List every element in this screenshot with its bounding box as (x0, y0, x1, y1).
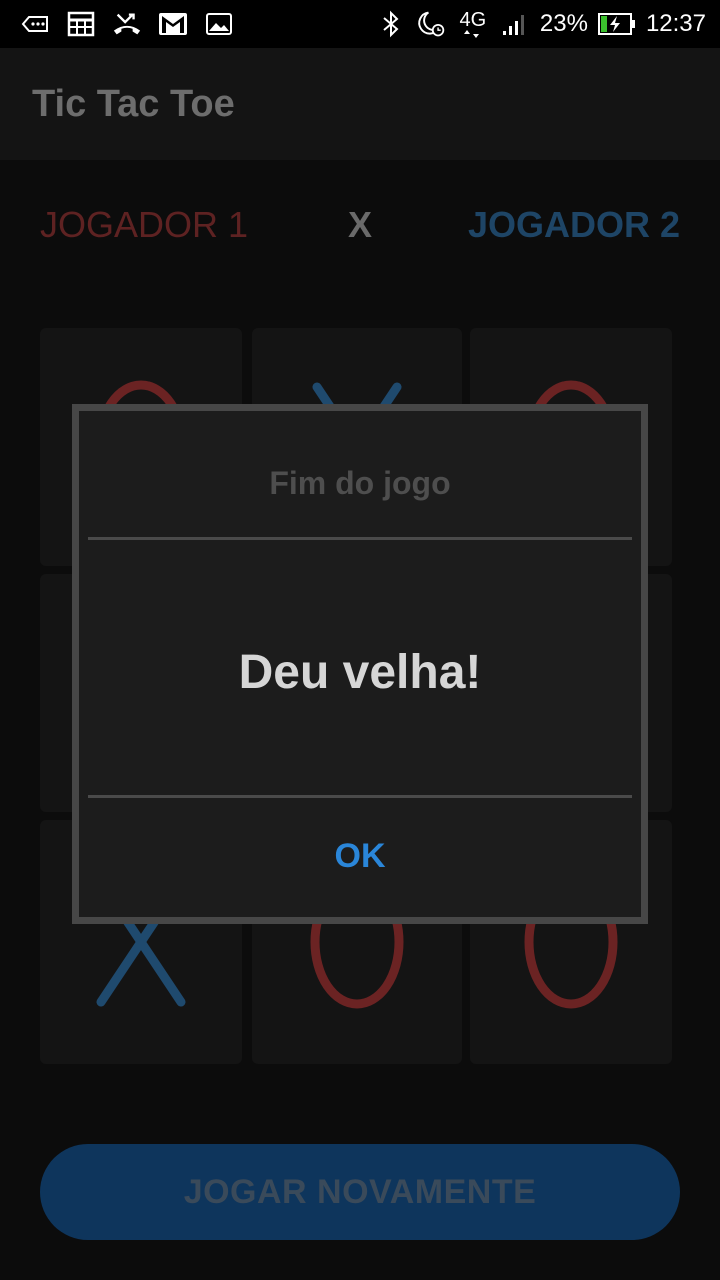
game-over-dialog: Fim do jogo Deu velha! OK (72, 404, 648, 924)
dialog-title: Fim do jogo (269, 465, 451, 501)
ok-button[interactable]: OK (267, 819, 453, 893)
screen: 4G 23% 12:37 Tic Tac Toe JOGADOR 1 X JOG… (0, 0, 720, 1280)
dialog-divider-top (88, 537, 632, 540)
dialog-message: Deu velha! (238, 646, 482, 699)
dialog-divider-bottom (88, 795, 632, 798)
play-again-button[interactable]: JOGAR NOVAMENTE (40, 1144, 680, 1240)
